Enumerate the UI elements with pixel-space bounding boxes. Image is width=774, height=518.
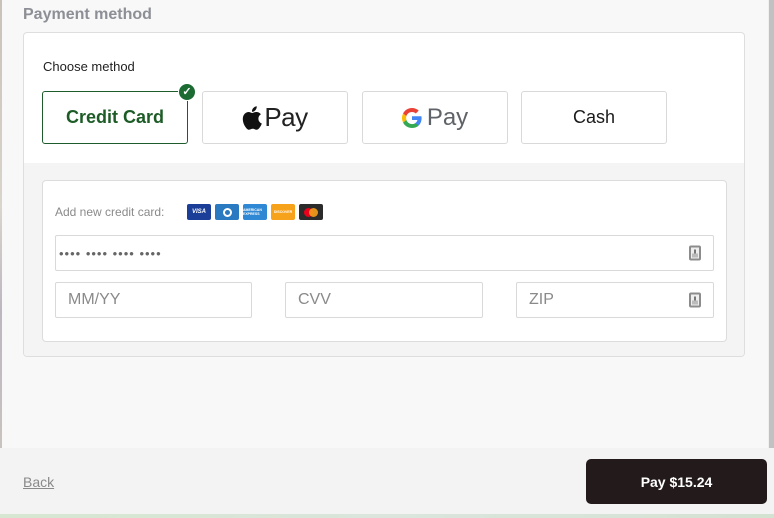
credit-card-form-area: Add new credit card: VISA AMERICAN EXPRE…	[24, 163, 744, 356]
section-title: Payment method	[23, 6, 152, 23]
payment-method-card: Choose method Credit Card ✓ Pay Pay Cash	[23, 32, 745, 357]
background-strip	[0, 514, 774, 518]
method-apple-pay-button[interactable]: Pay	[202, 91, 348, 144]
choose-method-label: Choose method	[43, 59, 135, 74]
method-cash-button[interactable]: Cash	[521, 91, 667, 144]
cvv-placeholder: CVV	[298, 291, 331, 308]
cvv-input[interactable]: CVV	[285, 282, 483, 318]
zip-input[interactable]: ZIP	[516, 282, 714, 318]
apple-logo-icon	[243, 105, 263, 130]
american-express-icon: AMERICAN EXPRESS	[243, 204, 267, 220]
checkmark-icon: ✓	[178, 83, 196, 101]
apple-pay-label: Pay	[264, 102, 308, 132]
expiry-input[interactable]: MM/YY	[55, 282, 252, 318]
apple-pay-logo: Pay	[242, 102, 308, 133]
card-brand-list: VISA AMERICAN EXPRESS DISCOVER	[187, 204, 323, 220]
pay-button[interactable]: Pay $15.24	[586, 459, 767, 504]
credit-card-form: Add new credit card: VISA AMERICAN EXPRE…	[42, 180, 727, 342]
google-pay-logo: Pay	[401, 103, 469, 132]
autofill-contact-icon[interactable]	[689, 245, 701, 261]
visa-icon: VISA	[187, 204, 211, 220]
scrollbar[interactable]	[768, 0, 774, 462]
footer-bar: Back Pay $15.24	[0, 448, 774, 514]
card-number-value: •••• •••• •••• ••••	[59, 245, 162, 261]
expiry-placeholder: MM/YY	[68, 291, 121, 308]
autofill-contact-icon[interactable]	[689, 292, 701, 308]
method-credit-card-button[interactable]: Credit Card ✓	[42, 83, 196, 144]
diners-club-icon	[215, 204, 239, 220]
method-cash-label: Cash	[572, 107, 616, 127]
method-google-pay-button[interactable]: Pay	[362, 91, 508, 144]
google-g-logo-icon	[401, 107, 422, 128]
method-credit-card-label: Credit Card	[65, 107, 164, 127]
window-left-edge	[0, 0, 2, 518]
discover-icon: DISCOVER	[271, 204, 295, 220]
back-link[interactable]: Back	[23, 474, 54, 490]
card-number-input[interactable]: •••• •••• •••• ••••	[55, 235, 714, 271]
zip-placeholder: ZIP	[529, 291, 554, 308]
google-pay-label: Pay	[426, 103, 469, 131]
scrollbar-thumb[interactable]	[769, 0, 774, 462]
mastercard-icon	[299, 204, 323, 220]
add-card-label: Add new credit card:	[55, 205, 165, 219]
